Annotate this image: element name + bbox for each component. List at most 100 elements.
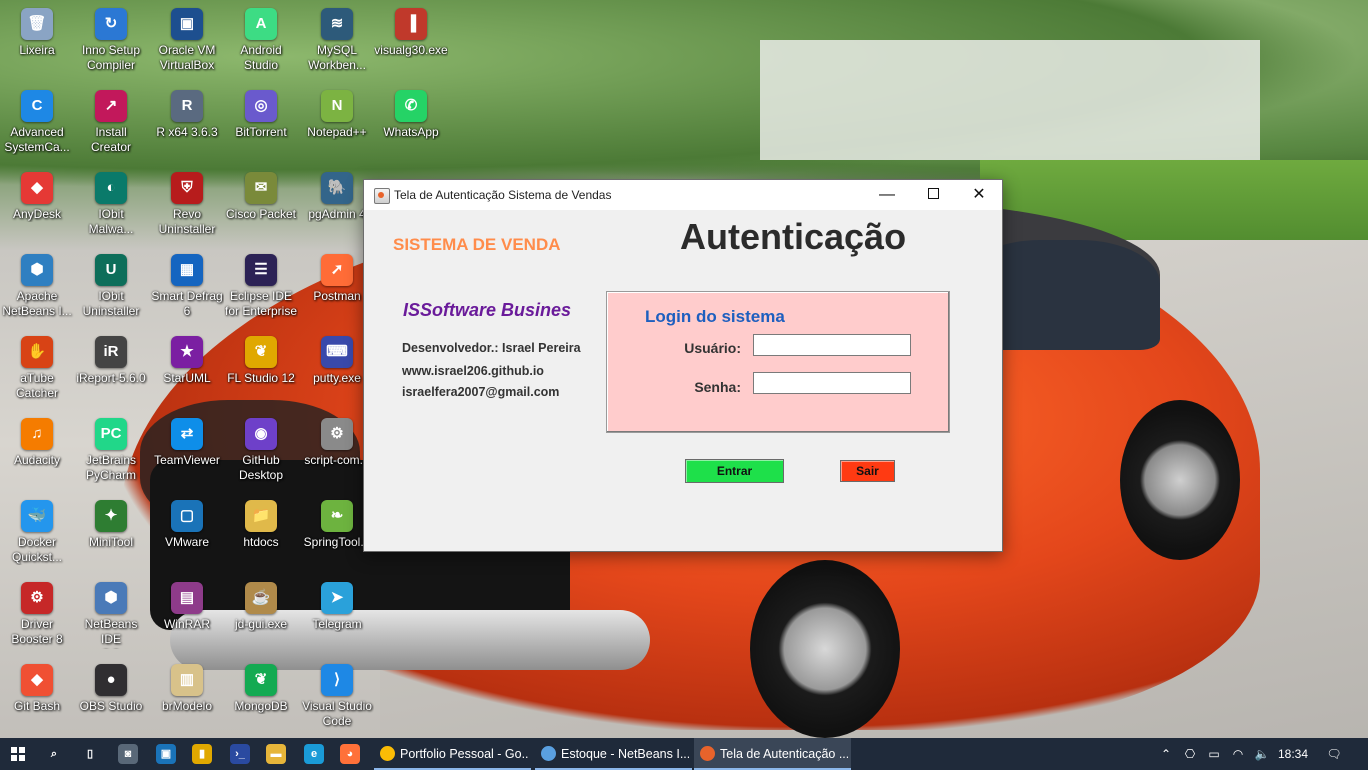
volume-icon[interactable]: 🔈 <box>1252 738 1272 770</box>
desktop-icon-label: R x64 3.6.3 <box>156 125 218 139</box>
desktop-icon[interactable]: A Android Studio <box>224 2 298 80</box>
desktop-icon[interactable]: ↗ Install Creator <box>74 84 148 162</box>
spring-tool-icon: ❧ <box>321 500 353 532</box>
desktop-icon-label: Android Studio <box>240 43 282 72</box>
desktop-icon[interactable]: ▐ visualg30.exe <box>374 2 448 80</box>
username-field[interactable] <box>753 334 911 356</box>
email-info: israelfera2007@gmail.com <box>402 385 560 399</box>
edge-icon[interactable]: e <box>304 744 324 764</box>
pycharm-icon: PC <box>95 418 127 450</box>
desktop-icon[interactable]: ✦ MiniTool <box>74 494 148 572</box>
password-field[interactable] <box>753 372 911 394</box>
wifi-icon[interactable]: ◠ <box>1228 738 1248 770</box>
netbeans-task-icon <box>541 746 556 761</box>
desktop-icon[interactable]: ☕ jd-gui.exe <box>224 576 298 654</box>
anydesk-icon: ◆ <box>21 172 53 204</box>
desktop-icon[interactable]: ★ StarUML <box>150 330 224 408</box>
clock[interactable]: 18:34 <box>1273 738 1313 770</box>
battery-icon[interactable]: ▭ <box>1204 738 1224 770</box>
desktop-icon-label: Advanced SystemCa... <box>4 125 70 154</box>
desktop-icon[interactable]: ▥ brModelo <box>150 658 224 736</box>
desktop-icon[interactable]: ⬢ Apache NetBeans I... <box>0 248 74 326</box>
pgadmin-icon: 🐘 <box>321 172 353 204</box>
desktop-icon[interactable]: ▣ Oracle VM VirtualBox <box>150 2 224 80</box>
taskbar-item-chrome[interactable]: Portfolio Pessoal - Go... <box>374 738 531 770</box>
fl-studio-icon: ❦ <box>245 336 277 368</box>
task-view-icon[interactable]: ▯ <box>80 744 100 764</box>
postman-icon: ➚ <box>321 254 353 286</box>
desktop-icon[interactable]: ⇄ TeamViewer <box>150 412 224 490</box>
login-panel: Login do sistema Usuário: Senha: <box>606 291 950 433</box>
git-bash-icon: ◆ <box>21 664 53 696</box>
desktop-icon[interactable]: ◆ Git Bash <box>0 658 74 736</box>
desktop-icon-label: StarUML <box>163 371 211 385</box>
desktop-icon[interactable]: ✋ aTube Catcher <box>0 330 74 408</box>
jd-gui-icon: ☕ <box>245 582 277 614</box>
website-info: www.israel206.github.io <box>402 364 544 378</box>
chevron-up-icon[interactable]: ⌃ <box>1156 738 1176 770</box>
desktop-icon[interactable]: U IObit Uninstaller <box>74 248 148 326</box>
notifications-icon[interactable]: 🗨 <box>1322 738 1346 770</box>
desktop-icon[interactable]: ◎ BitTorrent <box>224 84 298 162</box>
desktop-icon[interactable]: 📁 htdocs <box>224 494 298 572</box>
desktop-icon-label: FL Studio 12 <box>227 371 295 385</box>
exit-button[interactable]: Sair <box>840 460 895 482</box>
window-titlebar[interactable]: Tela de Autenticação Sistema de Vendas —… <box>364 180 1002 210</box>
firefox-icon[interactable]: ◕ <box>340 744 360 764</box>
desktop-icon-label: Oracle VM VirtualBox <box>158 43 216 72</box>
enter-button[interactable]: Entrar <box>685 459 784 483</box>
desktop-icon[interactable]: ≋ MySQL Workben... <box>300 2 374 80</box>
desktop-icon[interactable]: iR iReport-5.6.0 <box>74 330 148 408</box>
maximize-button[interactable] <box>910 180 956 210</box>
desktop-icon[interactable]: ◐ IObit Malwa... <box>74 166 148 244</box>
desktop-icon-label: MongoDB <box>234 699 288 713</box>
desktop-icon[interactable]: ⛨ Revo Uninstaller <box>150 166 224 244</box>
desktop-icon[interactable]: ♫ Audacity <box>0 412 74 490</box>
start-button[interactable] <box>0 738 36 770</box>
desktop-icon[interactable]: ❦ FL Studio 12 <box>224 330 298 408</box>
windows-logo-icon <box>11 747 25 761</box>
desktop-icon[interactable]: 🐳 Docker Quickst... <box>0 494 74 572</box>
desktop-icon[interactable]: ◉ GitHub Desktop <box>224 412 298 490</box>
desktop-icon[interactable]: ❦ MongoDB <box>224 658 298 736</box>
search-icon[interactable]: ⌕ <box>44 744 64 764</box>
revo-uninstaller-icon: ⛨ <box>171 172 203 204</box>
desktop-icon[interactable]: ▦ Smart Defrag 6 <box>150 248 224 326</box>
desktop-icon-label: JetBrains PyCharm <box>85 453 137 482</box>
powershell-icon[interactable]: ›_ <box>230 744 250 764</box>
desktop-icon[interactable]: ◆ AnyDesk <box>0 166 74 244</box>
desktop-icon-label: GitHub Desktop <box>238 453 284 482</box>
camera-icon[interactable]: ◙ <box>118 744 138 764</box>
desktop-icon[interactable]: ➤ Telegram <box>300 576 374 654</box>
desktop-icon-label: Visual Studio Code <box>302 699 372 728</box>
file-explorer-icon[interactable]: ▬ <box>266 744 286 764</box>
minimize-button[interactable]: — <box>864 180 910 210</box>
atube-catcher-icon: ✋ <box>21 336 53 368</box>
desktop-icon[interactable]: 🗑 Lixeira <box>0 2 74 80</box>
desktop-icon[interactable]: ⚙ Driver Booster 8 <box>0 576 74 654</box>
desktop-icon[interactable]: ● OBS Studio <box>74 658 148 736</box>
desktop-icon[interactable]: ✉ Cisco Packet <box>224 166 298 244</box>
ireport-icon: iR <box>95 336 127 368</box>
desktop-icon[interactable]: ✆ WhatsApp <box>374 84 448 162</box>
taskbar-item-auth-window[interactable]: Tela de Autenticação ... <box>694 738 851 770</box>
desktop-icon[interactable]: R R x64 3.6.3 <box>150 84 224 162</box>
desktop-icon[interactable]: ▤ WinRAR <box>150 576 224 654</box>
close-button[interactable]: ✕ <box>956 180 1002 210</box>
desktop-icon[interactable]: ☰ Eclipse IDE for Enterprise <box>224 248 298 326</box>
desktop-icon[interactable]: ▢ VMware <box>150 494 224 572</box>
minitool-icon: ✦ <box>95 500 127 532</box>
desktop-icon[interactable]: C Advanced SystemCa... <box>0 84 74 162</box>
defender-icon[interactable]: ⎔ <box>1180 738 1200 770</box>
desktop-icon[interactable]: ⟩ Visual Studio Code <box>300 658 374 736</box>
store-icon[interactable]: ▣ <box>156 744 176 764</box>
desktop-icon[interactable]: ⬢NetBeans IDE 8.2 <box>74 576 148 654</box>
powerbi-icon[interactable]: ▮ <box>192 744 212 764</box>
smart-defrag-icon: ▦ <box>171 254 203 286</box>
brmodelo-icon: ▥ <box>171 664 203 696</box>
taskbar-item-netbeans[interactable]: Estoque - NetBeans I... <box>535 738 692 770</box>
desktop-icon[interactable]: N Notepad++ <box>300 84 374 162</box>
desktop-icon-label: AnyDesk <box>12 207 62 221</box>
desktop-icon[interactable]: PC JetBrains PyCharm <box>74 412 148 490</box>
desktop-icon[interactable]: ↻ Inno Setup Compiler <box>74 2 148 80</box>
